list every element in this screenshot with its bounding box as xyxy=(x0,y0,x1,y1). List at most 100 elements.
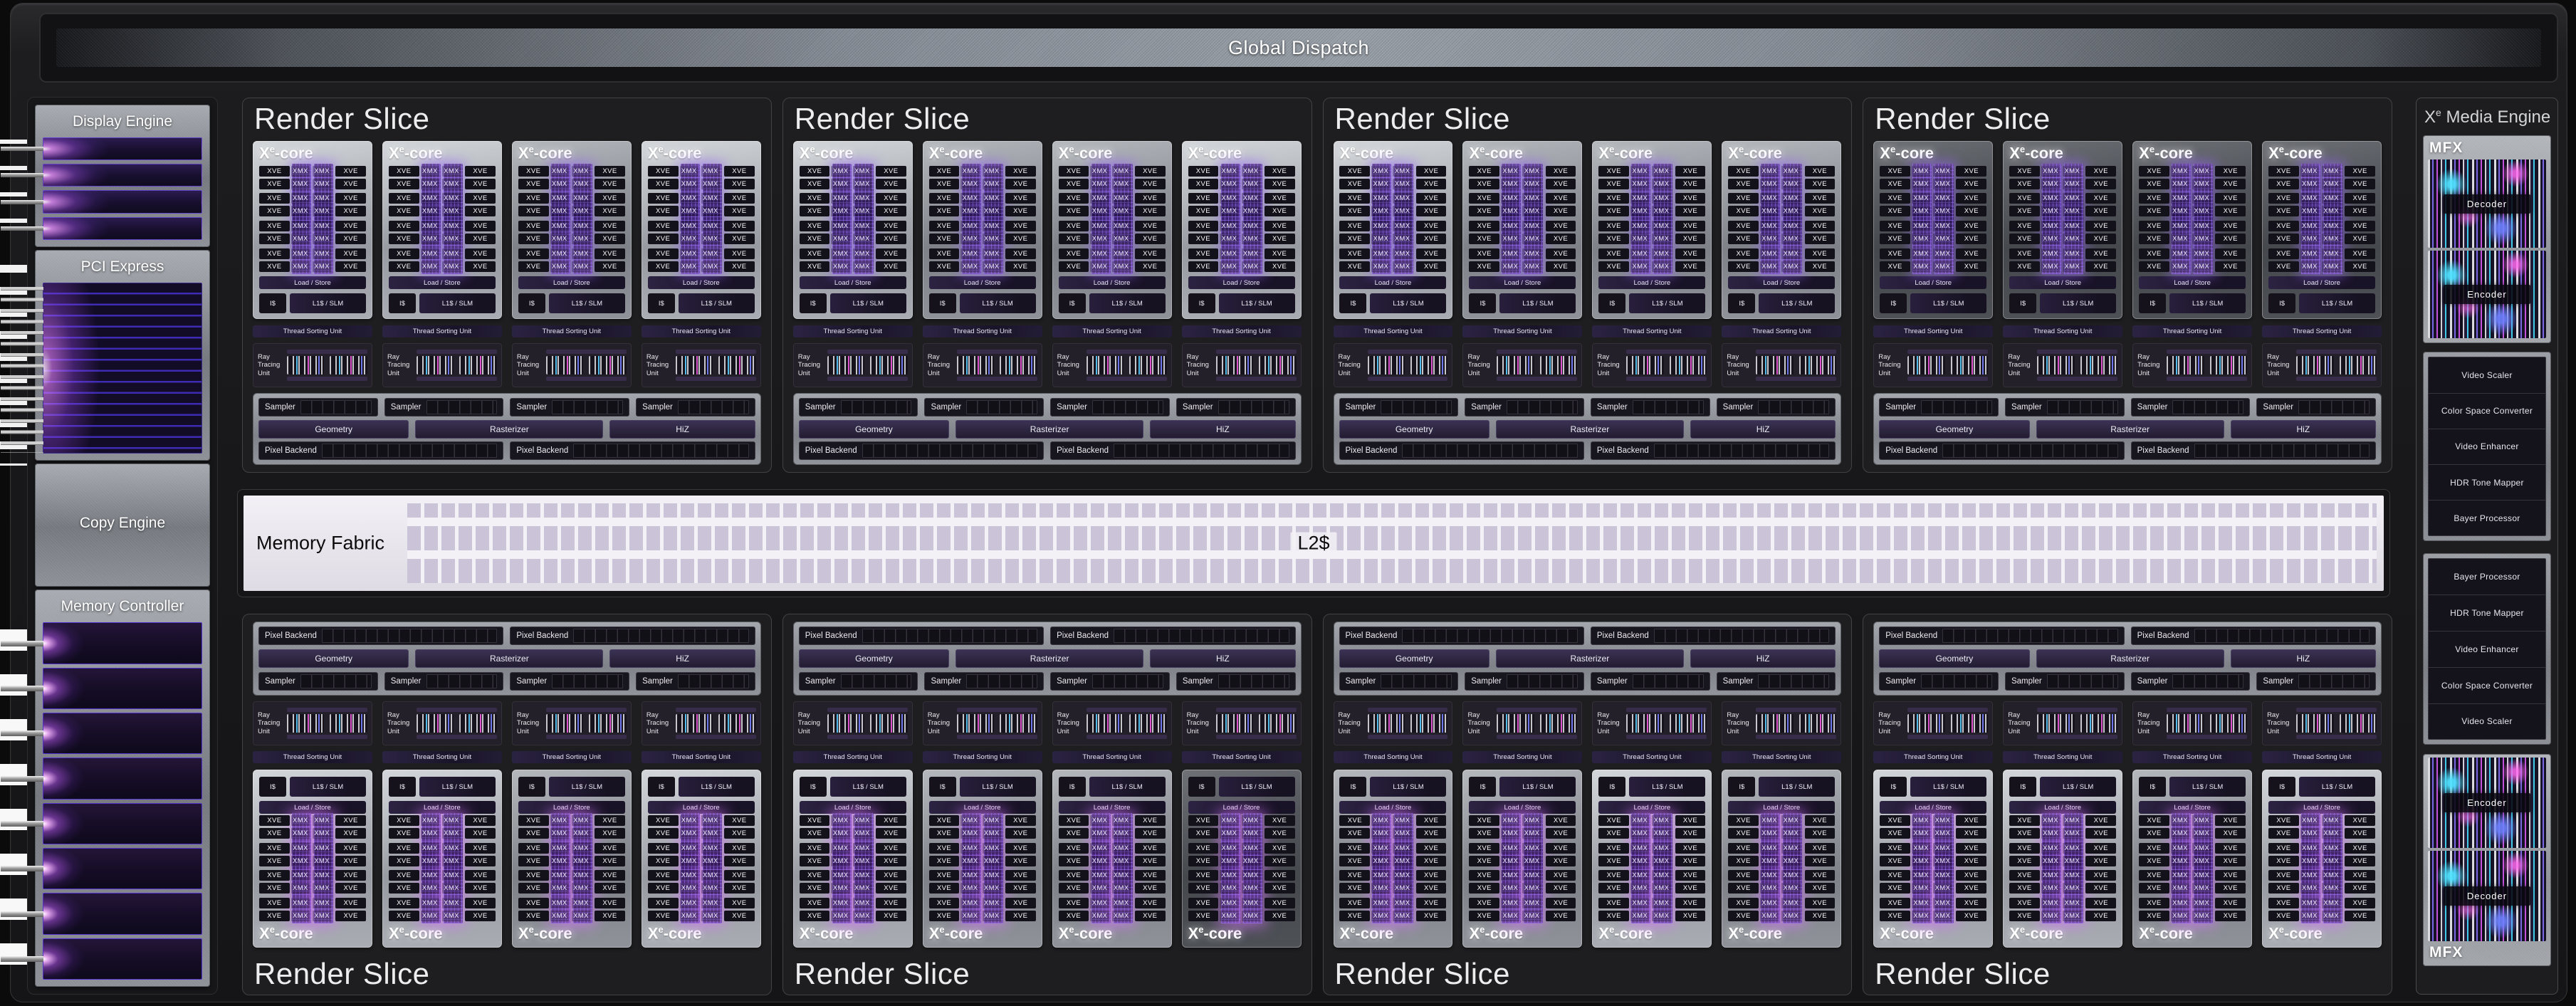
xe-core-brand-sup: e xyxy=(529,144,534,154)
xmx-unit: XMX xyxy=(1371,870,1390,881)
xe-core-brand-sup: e xyxy=(2279,144,2284,154)
rt-bar-icon xyxy=(2167,735,2247,739)
xmx-unit: XMX xyxy=(2041,166,2060,177)
xve-unit: XVE xyxy=(2215,843,2246,854)
xve-unit: XVE xyxy=(1416,843,1447,854)
rt-label-line: Ray xyxy=(1467,711,1493,719)
xmx-unit: XMX xyxy=(2171,828,2189,839)
rt-bar-icon xyxy=(957,735,1037,739)
xe-cores-row: RayTracingUnitThread Sorting UnitI$L1$ /… xyxy=(253,701,761,953)
xmx-unit: XMX xyxy=(1501,856,1519,866)
xmx-unit: XMX xyxy=(421,870,439,881)
xe-core-brand-suffix: -core xyxy=(1355,924,1393,942)
xve-unit: XVE xyxy=(259,828,290,839)
xve-row: XVEXMXXMXXVE xyxy=(929,166,1036,177)
xve-unit: XVE xyxy=(1880,815,1910,826)
xmx-unit: XMX xyxy=(680,856,698,866)
xve-unit: XVE xyxy=(1546,883,1576,894)
memory-channel xyxy=(43,758,202,799)
rt-bar-icon xyxy=(957,708,1037,712)
pixel-backend-unit-label: Pixel Backend xyxy=(1057,632,1109,640)
xmx-unit: XMX xyxy=(1652,221,1670,231)
rt-label-line: Unit xyxy=(2267,370,2293,377)
sampler-unit-cells xyxy=(678,400,749,414)
xmx-unit: XMX xyxy=(1630,911,1649,921)
xmx-unit: XMX xyxy=(1912,206,1930,216)
pixel-backend-unit-label: Pixel Backend xyxy=(265,632,317,640)
xve-unit: XVE xyxy=(1135,815,1166,826)
xve-row: XVEXMXXMXXVE xyxy=(259,206,366,216)
xve-unit: XVE xyxy=(259,261,290,272)
sampler-unit-cells xyxy=(2172,400,2243,414)
ray-tracing-activity xyxy=(827,347,908,383)
sampler-unit-cells xyxy=(1092,400,1163,414)
xe-core-title: Xe-core xyxy=(518,145,627,161)
xe-core-brand: X xyxy=(518,924,529,942)
xe-core-title: Xe-core xyxy=(389,925,497,941)
xve-unit: XVE xyxy=(876,828,906,839)
xmx-unit: XMX xyxy=(421,815,439,826)
xe-core-brand: X xyxy=(1188,145,1199,162)
rt-waveform-row xyxy=(1626,356,1707,374)
cache-row: I$L1$ / SLM xyxy=(800,293,906,313)
xmx-unit: XMX xyxy=(1393,828,1411,839)
xve-row: XVEXMXXMXXVE xyxy=(1598,234,1705,244)
rt-waveform-icon xyxy=(1129,356,1166,374)
pixel-backend-unit-cells xyxy=(1114,629,1289,643)
xve-unit: XVE xyxy=(518,248,549,259)
xmx-unit: XMX xyxy=(1393,234,1411,244)
xve-unit: XVE xyxy=(1469,248,1499,259)
xmx-unit: XMX xyxy=(1090,870,1109,881)
rt-waveform-icon xyxy=(2037,356,2074,374)
xe-core: Xe-coreXVEXMXXMXXVEXVEXMXXMXXVEXVEXMXXMX… xyxy=(512,141,632,319)
xe-core-title: Xe-core xyxy=(2009,145,2117,161)
xe-core: Xe-coreXVEXMXXMXXVEXVEXMXXMXXVEXVEXMXXMX… xyxy=(1462,141,1582,319)
rt-waveform-row xyxy=(1907,714,1988,733)
xve-row: XVEXMXXMXXVE xyxy=(648,193,755,204)
rt-label-line: Unit xyxy=(2137,370,2163,377)
xve-row-group: XVEXMXXMXXVEXVEXMXXMXXVE xyxy=(389,898,496,921)
xve-unit: XVE xyxy=(724,815,755,826)
xve-unit: XVE xyxy=(724,898,755,908)
xve-unit: XVE xyxy=(876,815,906,826)
xve-unit: XVE xyxy=(876,911,906,921)
rt-waveform-icon xyxy=(1497,714,1534,733)
thread-sorting-unit: Thread Sorting Unit xyxy=(1334,325,1453,337)
xve-unit: XVE xyxy=(2268,843,2299,854)
memory-controller-block: Memory Controller xyxy=(35,590,210,987)
xve-row: XVEXMXXMXXVE xyxy=(1880,856,1986,866)
xve-unit: XVE xyxy=(800,843,830,854)
sampler-unit: Sampler xyxy=(384,398,504,416)
xmx-unit: XMX xyxy=(550,166,569,177)
xve-row-group: XVEXMXXMXXVEXVEXMXXMXXVE xyxy=(929,248,1036,272)
rt-bar-icon xyxy=(1087,377,1167,381)
thread-sorting-unit: Thread Sorting Unit xyxy=(642,751,761,763)
xmx-unit: XMX xyxy=(983,261,1001,272)
xmx-unit: XMX xyxy=(1652,179,1670,189)
xve-xmx-array: XVEXMXXMXXVEXVEXMXXMXXVEXVEXMXXMXXVEXVEX… xyxy=(1880,166,1986,273)
xmx-unit: XMX xyxy=(983,870,1001,881)
rt-label-line: Ray xyxy=(1727,353,1752,361)
xe-core-brand-suffix: -core xyxy=(815,924,854,942)
render-slice: Pixel BackendPixel BackendGeometryRaster… xyxy=(242,614,772,995)
rt-label-line: Unit xyxy=(1597,728,1623,735)
rt-bar-icon xyxy=(827,708,908,712)
l1-cache-slm: L1$ / SLM xyxy=(830,777,906,797)
xve-unit: XVE xyxy=(1675,261,1706,272)
xve-unit: XVE xyxy=(518,206,549,216)
xve-row: XVEXMXXMXXVE xyxy=(1339,179,1446,189)
xe-core-brand-suffix: -core xyxy=(1614,924,1653,942)
xmx-unit: XMX xyxy=(2041,870,2060,881)
copy-engine-title: Copy Engine xyxy=(43,515,202,532)
xve-unit: XVE xyxy=(1265,166,1295,177)
rt-label-line: Ray xyxy=(258,711,283,719)
xve-row: XVEXMXXMXXVE xyxy=(1469,248,1576,259)
xmx-unit: XMX xyxy=(853,815,871,826)
xmx-unit: XMX xyxy=(1630,870,1649,881)
sampler-unit-cells xyxy=(841,400,912,414)
sampler-unit-cells xyxy=(1381,674,1452,688)
memory-controller-channels xyxy=(43,622,202,980)
memory-channel xyxy=(43,622,202,664)
rt-waveform-icon xyxy=(676,356,713,374)
sampler-unit-label: Sampler xyxy=(516,403,547,412)
